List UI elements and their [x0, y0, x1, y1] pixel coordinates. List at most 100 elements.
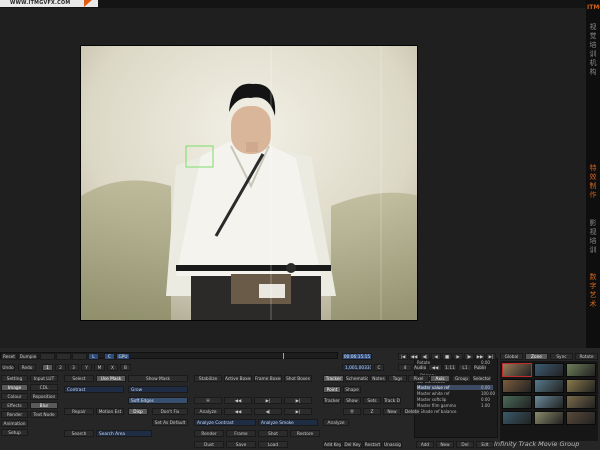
submenu-2[interactable]: Reposition — [30, 393, 58, 400]
transport-right-btn[interactable]: L1 — [458, 364, 472, 371]
tracker-row2[interactable]: Shape — [343, 386, 361, 393]
tracker-tab-6[interactable]: Group — [452, 375, 471, 382]
stabilize-top-1[interactable]: Active Boxes — [224, 375, 252, 382]
stab-bottom1[interactable]: Restore — [290, 430, 320, 437]
mode-button[interactable]: Y — [81, 364, 92, 371]
tracker-tab-1[interactable]: Schematic — [345, 375, 369, 382]
tracker-tab-3[interactable]: Tags — [388, 375, 407, 382]
tracker-analyze[interactable]: Analyze — [323, 419, 349, 426]
tool-button[interactable]: Global — [500, 353, 523, 360]
tool-button[interactable]: Sync — [550, 353, 573, 360]
use-mask-button[interactable]: Use Mask — [96, 375, 126, 382]
stab-arrow[interactable]: ▶| — [284, 397, 312, 404]
tracker-row4[interactable]: Z — [363, 408, 381, 415]
motion-est-button[interactable]: Motion Est — [96, 408, 124, 415]
mode-button[interactable]: X — [107, 364, 118, 371]
stab-arrow2[interactable]: ◀◀ — [224, 408, 252, 415]
transport-button[interactable]: ■ — [442, 353, 452, 360]
transport-button[interactable]: ▶| — [486, 353, 496, 360]
tracker-tab-7[interactable]: Selector — [472, 375, 492, 382]
tracker-bottom[interactable]: Del Key — [343, 441, 362, 448]
stab-arrow[interactable]: H — [194, 397, 222, 404]
clip-thumbnail[interactable] — [502, 411, 532, 425]
analyze-button[interactable]: Analyze — [194, 408, 222, 415]
transport-button[interactable]: ▶ — [453, 353, 463, 360]
tracker-bottom[interactable]: Restart — [363, 441, 382, 448]
mode-button[interactable]: M — [94, 364, 105, 371]
select-button[interactable]: Select — [64, 375, 94, 382]
transport-right-btn[interactable]: Audio — [413, 364, 427, 371]
submenu-0[interactable]: Input LUT — [30, 375, 58, 382]
timeline-btn[interactable]: Dumpie — [18, 353, 38, 360]
stab-bottom1[interactable]: Render — [194, 430, 224, 437]
tracker-row4[interactable]: Ⓡ — [343, 408, 361, 415]
transport-right-btn[interactable]: 1:11 — [443, 364, 457, 371]
stab-bottom1[interactable]: Frame — [226, 430, 256, 437]
mode-button[interactable]: 2 — [55, 364, 66, 371]
transport-right-btn[interactable]: Publish — [473, 364, 487, 371]
timeline-btn[interactable]: C — [104, 353, 115, 360]
tracker-row4[interactable]: New — [383, 408, 401, 415]
tree-row[interactable]: ▸ Shade ref balance — [417, 409, 457, 414]
analyze-contrast-field[interactable]: Analyze Contrast — [194, 419, 256, 426]
tracker-row3[interactable]: Sets — [363, 397, 381, 404]
submenu-3[interactable]: Blur — [30, 402, 58, 409]
menu-5[interactable]: Animation — [1, 420, 28, 427]
menu-6[interactable]: Setup — [1, 429, 28, 436]
prop-button[interactable]: New — [436, 441, 454, 448]
frame-number-field[interactable]: 1,001,00331 — [342, 364, 372, 371]
dont-fix-button[interactable]: Don't Fix — [152, 408, 188, 415]
show-mask-button[interactable]: Show Mask — [128, 375, 188, 382]
stab-arrow[interactable]: ▶| — [254, 397, 282, 404]
transport-button[interactable]: ◀| — [420, 353, 430, 360]
submenu-1[interactable]: CDL — [30, 384, 58, 391]
tracker-tab-2[interactable]: Notes — [370, 375, 387, 382]
clip-thumbnail[interactable] — [502, 379, 532, 393]
tracker-row3[interactable]: Tracker — [323, 397, 341, 404]
soft-edges-field[interactable]: Soft Edges — [128, 397, 188, 404]
thumbnail-bin[interactable] — [500, 361, 598, 441]
tree-row[interactable]: Master film gamma — [417, 403, 456, 408]
transport-button[interactable]: ◀◀ — [409, 353, 419, 360]
redo-button[interactable]: Redo — [18, 364, 36, 371]
tool-button[interactable]: Rotate — [575, 353, 598, 360]
stabilize-top-2[interactable]: Frame Boxes — [254, 375, 282, 382]
clip-thumbnail[interactable] — [566, 363, 596, 377]
tracker-row4[interactable]: Delete — [403, 408, 421, 415]
grow-field[interactable]: Grow — [128, 386, 188, 393]
tracker-bottom[interactable]: Add Key — [323, 441, 342, 448]
playhead[interactable] — [283, 353, 284, 359]
search-button[interactable]: Search — [64, 430, 94, 437]
search-area-field[interactable]: Search Area — [96, 430, 152, 437]
timeline-btn[interactable] — [72, 353, 87, 360]
stab-bottom2[interactable]: Dust — [194, 441, 224, 448]
transport-button[interactable]: |▶ — [464, 353, 474, 360]
stab-arrow[interactable]: ◀◀ — [224, 397, 252, 404]
stab-arrow2[interactable]: ▶| — [284, 408, 312, 415]
stab-bottom2[interactable]: Save — [226, 441, 256, 448]
clip-thumbnail[interactable] — [534, 379, 564, 393]
prop-button[interactable]: Add — [416, 441, 434, 448]
set-default-button[interactable]: Set As Default — [152, 419, 188, 426]
tracker-row3[interactable]: Track Down — [383, 397, 401, 404]
clip-thumbnail[interactable] — [502, 395, 532, 409]
tracker-row3[interactable]: Show — [343, 397, 361, 404]
stab-bottom1[interactable]: Shot — [258, 430, 288, 437]
transport-button[interactable]: ◀ — [431, 353, 441, 360]
timeline-btn[interactable]: L — [88, 353, 99, 360]
clip-thumbnail[interactable] — [566, 379, 596, 393]
mode-button[interactable]: B — [120, 364, 131, 371]
timeline-btn[interactable]: GPU — [116, 353, 130, 360]
mode-button[interactable]: 3 — [68, 364, 79, 371]
tracker-tab-0[interactable]: Tracker — [323, 375, 344, 382]
timeline-btn[interactable] — [56, 353, 71, 360]
stabilize-top-3[interactable]: Shot Boxes — [284, 375, 312, 382]
repair-button[interactable]: Repair — [64, 408, 94, 415]
mode-button[interactable]: 1 — [42, 364, 53, 371]
tracker-bottom[interactable]: Unassign — [383, 441, 402, 448]
clip-thumbnail[interactable] — [534, 395, 564, 409]
transport-button[interactable]: |◀ — [398, 353, 408, 360]
tool-button[interactable]: Zone — [525, 353, 548, 360]
menu-3[interactable]: Effects — [1, 402, 28, 409]
transport-button[interactable]: ▶▶ — [475, 353, 485, 360]
